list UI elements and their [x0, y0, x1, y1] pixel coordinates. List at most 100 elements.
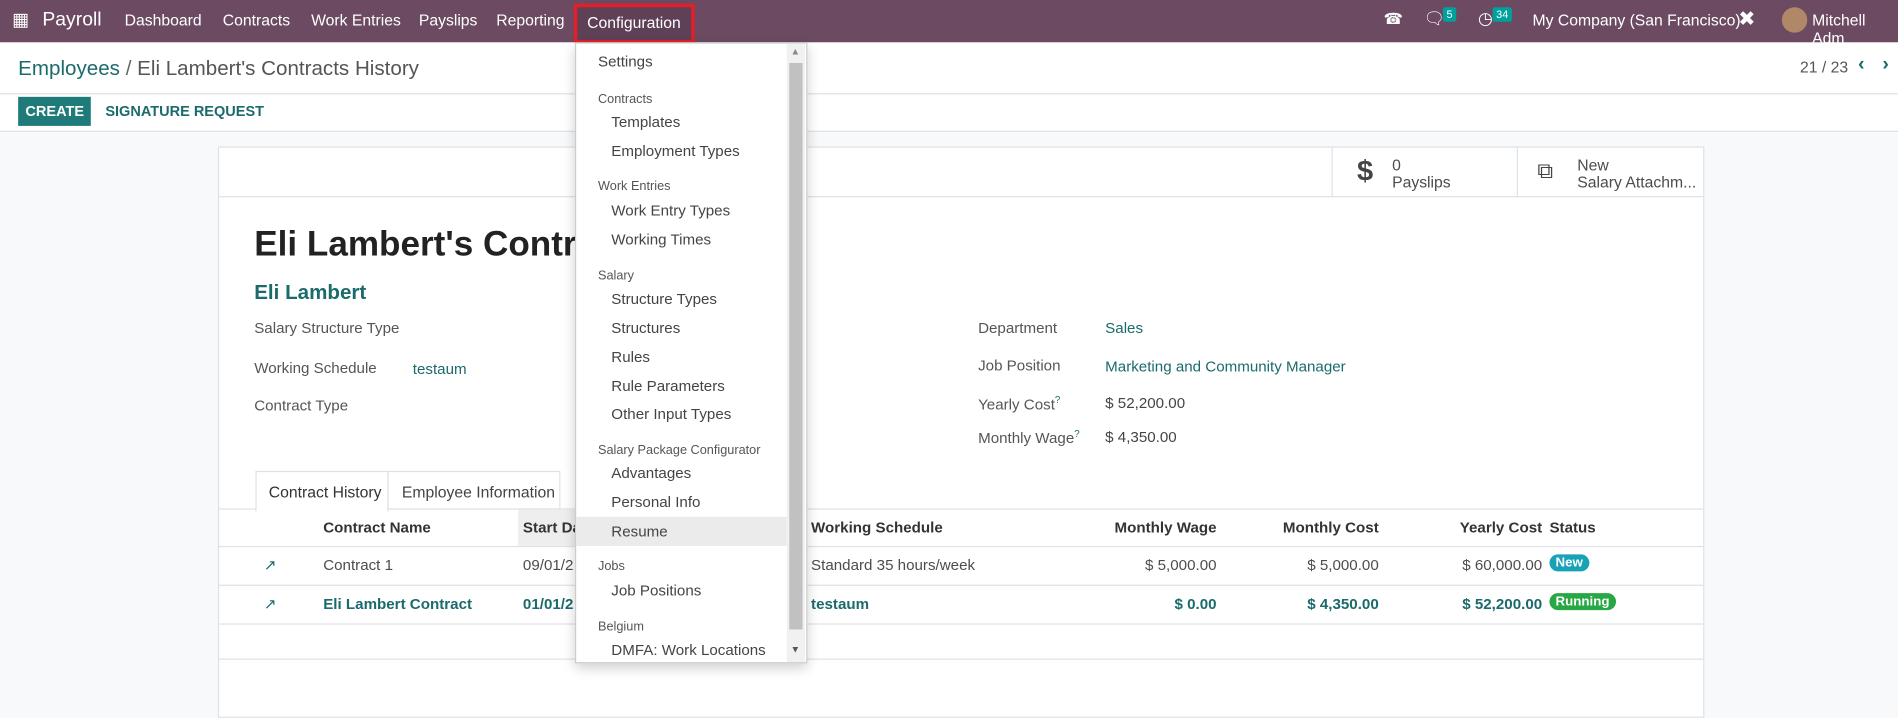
job-position-value[interactable]: Marketing and Community Manager: [1105, 358, 1346, 375]
pager-prev-icon[interactable]: ‹: [1858, 54, 1864, 76]
department-label: Department: [978, 319, 1058, 337]
cell-wage: $ 5,000.00: [1145, 556, 1217, 574]
configuration-dropdown: ▲ ▼ Settings Contracts Templates Employment…: [574, 42, 808, 664]
employee-name[interactable]: Eli Lambert: [254, 281, 366, 305]
help-icon[interactable]: ?: [1074, 429, 1079, 440]
monthly-wage-label: Monthly Wage: [978, 429, 1075, 447]
yearly-cost-value: $ 52,200.00: [1105, 394, 1186, 412]
menu-section-salary-package-configurator: Salary Package Configurator: [597, 443, 761, 458]
menu-section-salary: Salary: [597, 268, 635, 284]
tab-label: Contract History: [268, 482, 382, 502]
messages-icon[interactable]: 🗨: [1424, 8, 1446, 29]
pager-value[interactable]: 21 / 23: [1800, 58, 1848, 76]
control-panel: Employees / Eli Lambert's Contracts Hist…: [0, 42, 1898, 132]
breadcrumb-current: Eli Lambert's Contracts History: [137, 56, 419, 80]
menu-payslips[interactable]: Payslips: [419, 11, 478, 29]
cell-yearly-cost: $ 60,000.00: [1462, 556, 1543, 574]
status-badge: Running: [1549, 593, 1616, 611]
col-start-date[interactable]: Start Da: [523, 519, 581, 536]
menu-item-advantages[interactable]: Advantages: [611, 465, 691, 482]
debug-tools-icon[interactable]: ✖: [1738, 7, 1755, 31]
avatar[interactable]: [1781, 7, 1808, 33]
cell-schedule: testaum: [811, 595, 870, 613]
form-sheet: $ 0 Payslips ⧉ New Salary Attachm... Eli…: [217, 146, 1705, 718]
menu-item-resume[interactable]: Resume: [611, 523, 667, 540]
scrollbar[interactable]: ▲ ▼: [786, 43, 805, 663]
menu-item-structures[interactable]: Structures: [611, 320, 680, 337]
table-row[interactable]: ↗ Contract 1 09/01/2 Standard 35 hours/w…: [219, 547, 1704, 586]
menu-item-work-entry-types[interactable]: Work Entry Types: [611, 202, 730, 219]
company-switcher[interactable]: My Company (San Francisco): [1532, 11, 1740, 29]
activities-icon[interactable]: ◷: [1478, 8, 1493, 29]
salary-structure-type-label: Salary Structure Type: [254, 319, 400, 337]
dollar-icon: $: [1356, 154, 1374, 188]
status-badge: New: [1549, 554, 1589, 572]
menu-configuration-label: Configuration: [587, 13, 681, 32]
menu-item-employment-types[interactable]: Employment Types: [611, 143, 739, 160]
salary-attachment-smart-button[interactable]: ⧉ New Salary Attachm...: [1517, 148, 1703, 196]
menu-item-rules[interactable]: Rules: [611, 349, 650, 366]
monthly-wage-value: $ 4,350.00: [1105, 428, 1177, 446]
create-button[interactable]: CREATE: [18, 96, 91, 126]
cell-monthly-cost: $ 4,350.00: [1307, 595, 1379, 613]
open-record-icon[interactable]: ↗: [264, 594, 277, 613]
payslips-count: 0: [1392, 156, 1401, 175]
col-monthly-cost[interactable]: Monthly Cost: [1236, 519, 1379, 536]
menu-item-working-times[interactable]: Working Times: [611, 231, 711, 248]
menu-section-work-entries: Work Entries: [597, 179, 671, 194]
tab-contract-history[interactable]: Contract History: [255, 470, 389, 513]
salary-attachment-label: Salary Attachm...: [1577, 173, 1697, 192]
department-value[interactable]: Sales: [1105, 320, 1143, 337]
table-header: Contract Name Start Da Working Schedule …: [219, 509, 1704, 548]
breadcrumb: Employees / Eli Lambert's Contracts Hist…: [18, 56, 419, 80]
col-yearly-cost[interactable]: Yearly Cost: [1405, 519, 1542, 536]
cell-wage: $ 0.00: [1174, 595, 1217, 613]
help-icon[interactable]: ?: [1055, 395, 1060, 406]
menu-item-settings[interactable]: Settings: [598, 53, 653, 70]
col-contract-name[interactable]: Contract Name: [323, 519, 431, 536]
menu-work-entries[interactable]: Work Entries: [311, 11, 401, 29]
yearly-cost-label: Yearly Cost: [978, 396, 1055, 413]
menu-item-other-input-types[interactable]: Other Input Types: [611, 406, 731, 423]
pager-next-icon[interactable]: ›: [1882, 54, 1888, 76]
menu-contracts[interactable]: Contracts: [223, 11, 290, 29]
menu-item-dmfa-work-locations[interactable]: DMFA: Work Locations: [611, 642, 765, 659]
salary-attachment-value: New: [1577, 156, 1609, 175]
table-row[interactable]: ↗ Eli Lambert Contract 01/01/2 testaum $…: [219, 586, 1704, 625]
menu-item-templates[interactable]: Templates: [611, 114, 680, 131]
scroll-down-icon[interactable]: ▼: [790, 644, 800, 655]
menu-item-personal-info[interactable]: Personal Info: [611, 494, 700, 511]
phone-icon[interactable]: ☎: [1384, 10, 1404, 29]
menu-item-job-positions[interactable]: Job Positions: [611, 582, 701, 599]
cell-start: 01/01/2: [522, 595, 574, 613]
scrollbar-thumb[interactable]: [789, 62, 803, 630]
menu-configuration[interactable]: Configuration: [573, 3, 695, 44]
apps-menu-icon[interactable]: ▦: [12, 8, 29, 31]
signature-request-button[interactable]: SIGNATURE REQUEST: [105, 103, 264, 120]
contract-title: Eli Lambert's Contra: [254, 225, 597, 264]
menu-dashboard[interactable]: Dashboard: [125, 11, 202, 29]
tab-employee-information[interactable]: Employee Information: [387, 470, 561, 510]
menu-section-belgium: Belgium: [597, 619, 644, 635]
breadcrumb-employees[interactable]: Employees: [18, 57, 120, 80]
working-schedule-value[interactable]: testaum: [413, 361, 467, 378]
scroll-up-icon[interactable]: ▲: [790, 46, 800, 57]
top-navbar: ▦ Payroll Dashboard Contracts Work Entri…: [0, 0, 1898, 47]
cell-name: Eli Lambert Contract: [323, 595, 473, 613]
open-record-icon[interactable]: ↗: [264, 556, 277, 574]
menu-section-contracts: Contracts: [597, 91, 653, 107]
menu-item-structure-types[interactable]: Structure Types: [611, 291, 717, 308]
cell-start: 09/01/2: [522, 556, 574, 574]
menu-section-jobs: Jobs: [597, 559, 625, 574]
messages-badge: 5: [1442, 7, 1457, 22]
menu-hover-highlight: [576, 516, 787, 546]
cell-yearly-cost: $ 52,200.00: [1462, 595, 1543, 613]
col-monthly-wage[interactable]: Monthly Wage: [1066, 519, 1217, 536]
col-status[interactable]: Status: [1549, 519, 1595, 536]
col-working-schedule[interactable]: Working Schedule: [811, 519, 943, 536]
payslips-smart-button[interactable]: $ 0 Payslips: [1331, 147, 1518, 197]
menu-reporting[interactable]: Reporting: [496, 11, 564, 29]
app-name[interactable]: Payroll: [42, 10, 101, 32]
cell-name: Contract 1: [323, 556, 394, 574]
menu-item-rule-parameters[interactable]: Rule Parameters: [611, 378, 725, 395]
